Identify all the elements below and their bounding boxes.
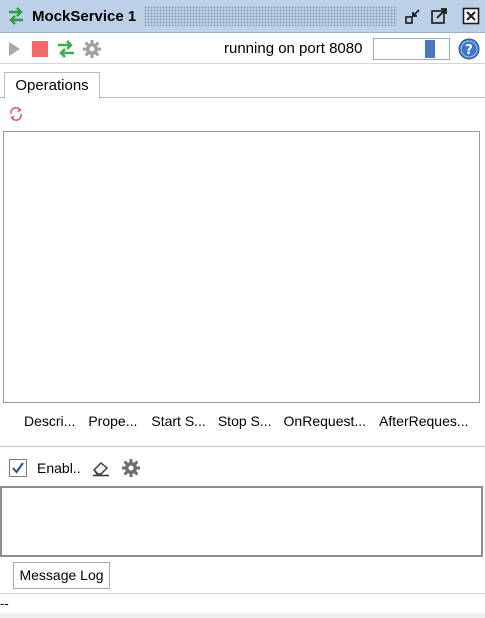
column-description[interactable]: Descri... [24,413,75,437]
message-log-area[interactable] [0,486,483,557]
column-properties[interactable]: Prope... [88,413,137,437]
maximize-icon[interactable] [429,6,449,26]
mockservice-icon [6,6,26,26]
tab-operations[interactable]: Operations [4,72,100,99]
status-text: -- [0,596,9,611]
refresh-operations-icon[interactable] [8,106,24,122]
close-icon[interactable] [461,6,481,26]
gear-icon[interactable] [82,39,102,59]
column-start-script[interactable]: Start S... [151,413,205,437]
service-toolbar: running on port 8080 ? [0,34,485,64]
port-slider[interactable] [373,38,450,60]
minimize-icon[interactable] [403,6,423,26]
column-onrequest-script[interactable]: OnRequest... [284,413,367,437]
service-status-text: running on port 8080 [224,40,363,57]
tab-message-log[interactable]: Message Log [13,562,110,589]
stop-icon[interactable] [30,39,50,59]
divider [0,446,485,447]
column-afterrequest-script[interactable]: AfterReques... [379,413,469,437]
titlebar-grip[interactable] [144,6,398,26]
enable-log-label: Enabl.. [37,460,81,476]
swap-arrows-icon[interactable] [56,39,76,59]
operations-list[interactable] [3,131,480,403]
slider-thumb[interactable] [425,40,435,58]
play-icon[interactable] [4,39,24,59]
help-icon[interactable]: ? [458,38,480,60]
operations-column-headers: Descri... Prope... Start S... Stop S... … [3,413,480,437]
window-titlebar[interactable]: MockService 1 [0,0,485,33]
tab-strip: Operations [0,68,485,99]
eraser-icon[interactable] [91,458,111,478]
enable-log-checkbox[interactable] [9,459,27,477]
column-stop-script[interactable]: Stop S... [218,413,272,437]
bottom-strip [0,613,485,618]
log-toolbar: Enabl.. [0,455,485,481]
gear-icon[interactable] [121,458,141,478]
svg-text:?: ? [465,43,473,58]
window-title: MockService 1 [32,7,137,25]
